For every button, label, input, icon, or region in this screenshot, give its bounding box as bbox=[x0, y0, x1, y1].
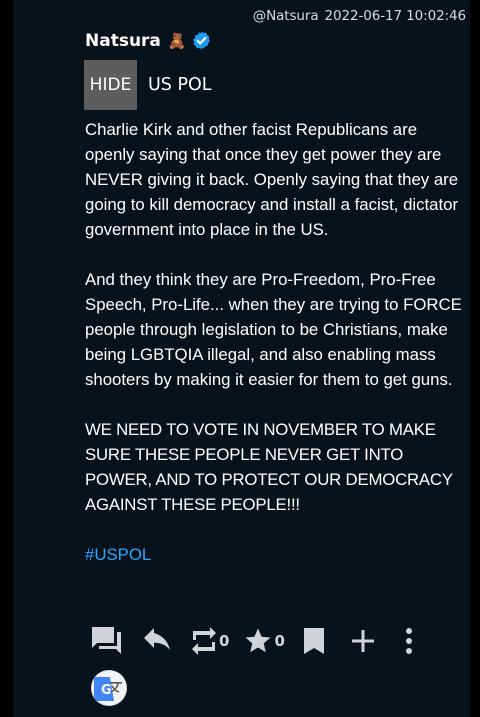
verified-badge-icon bbox=[193, 31, 210, 50]
post-timestamp: 2022-06-17 10:02:46 bbox=[324, 8, 467, 24]
svg-text:G: G bbox=[101, 683, 112, 698]
favourite-button[interactable]: 0 bbox=[243, 626, 285, 656]
reply-all-button[interactable] bbox=[90, 625, 126, 657]
plus-icon bbox=[351, 630, 374, 652]
post-content: Charlie Kirk and other facist Republican… bbox=[85, 117, 470, 592]
post-meta: @Natsura 2022-06-17 10:02:46 bbox=[253, 8, 466, 24]
repeat-icon bbox=[192, 627, 216, 655]
more-button[interactable] bbox=[405, 627, 413, 655]
bookmark-icon bbox=[303, 628, 324, 654]
boost-count: 0 bbox=[219, 632, 230, 650]
star-icon bbox=[245, 628, 271, 653]
bookmark-button[interactable] bbox=[303, 627, 325, 655]
google-translate-icon[interactable]: G bbox=[90, 669, 128, 707]
author-name[interactable]: Natsura bbox=[85, 31, 161, 51]
hide-content-button[interactable]: HIDE bbox=[84, 60, 137, 110]
reply-arrow-icon bbox=[144, 628, 170, 650]
content-warning-text: US POL bbox=[148, 75, 212, 95]
reply-button[interactable] bbox=[142, 627, 172, 655]
content-warning: HIDE US POL bbox=[84, 60, 212, 110]
author-handle[interactable]: @Natsura bbox=[253, 8, 319, 24]
post-paragraph: Charlie Kirk and other facist Republican… bbox=[85, 120, 459, 239]
reply-all-icon bbox=[92, 627, 121, 654]
post-paragraph: And they think they are Pro-Freedom, Pro… bbox=[85, 270, 462, 389]
hashtag-link[interactable]: #USPOL bbox=[85, 542, 470, 567]
author-row: Natsura 🧸 bbox=[85, 30, 212, 51]
add-button[interactable] bbox=[351, 629, 375, 653]
boost-button[interactable]: 0 bbox=[190, 627, 229, 655]
post-paragraph: WE NEED TO VOTE IN NOVEMBER TO MAKE SURE… bbox=[85, 420, 453, 514]
screen-edge bbox=[470, 0, 480, 717]
more-vertical-icon bbox=[405, 628, 412, 654]
favourite-count: 0 bbox=[274, 632, 285, 650]
action-bar: 0 0 bbox=[90, 625, 413, 657]
teddy-bear-emoji: 🧸 bbox=[167, 31, 187, 50]
